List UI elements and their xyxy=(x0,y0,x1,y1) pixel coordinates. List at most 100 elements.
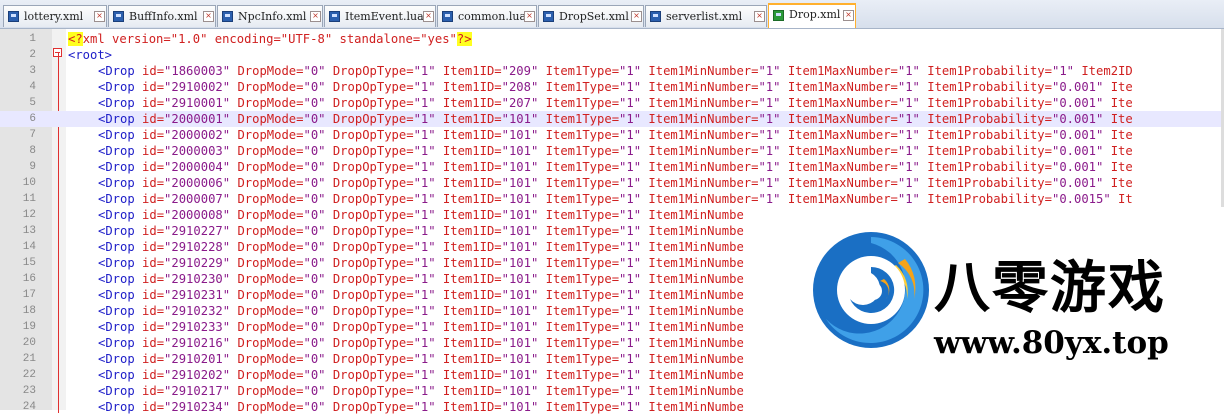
watermark-title: 八零游戏 xyxy=(934,256,1166,321)
tab-bar: lottery.xml × BuffInfo.xml × NpcInfo.xml × Ite… xyxy=(0,0,1224,29)
line-number: 2 xyxy=(29,49,36,61)
tab-common-lua[interactable]: common.lua × xyxy=(437,5,537,27)
line-number: 17 xyxy=(22,289,36,301)
file-icon xyxy=(8,11,19,22)
tab-label: ItemEvent.lua xyxy=(345,10,424,23)
tab-dropset-xml[interactable]: DropSet.xml × xyxy=(538,5,644,27)
line-number: 13 xyxy=(22,225,36,237)
code-text: <Drop id="2910001" DropMode="0" DropOpTy… xyxy=(98,96,1133,110)
code-text: <Drop id="2910217" DropMode="0" DropOpTy… xyxy=(98,384,744,398)
swirl-logo-icon xyxy=(813,232,929,348)
code-line[interactable]: 10 <Drop id="2000006" DropMode="0" DropOp… xyxy=(0,175,1224,191)
line-number: 12 xyxy=(22,209,36,221)
code-text: <Drop id="2910202" DropMode="0" DropOpTy… xyxy=(98,368,744,382)
code-text: <Drop id="2910230" DropMode="0" DropOpTy… xyxy=(98,272,744,286)
code-line[interactable]: 6 <Drop id="2000001" DropMode="0" DropOpT… xyxy=(0,111,1224,127)
line-number: 1 xyxy=(29,33,36,45)
root-tag: <root> xyxy=(68,48,113,62)
xml-pi-close: ?> xyxy=(456,32,472,46)
line-number: 15 xyxy=(22,257,36,269)
code-text: <Drop id="2910228" DropMode="0" DropOpTy… xyxy=(98,240,744,254)
code-text: <Drop id="2000008" DropMode="0" DropOpTy… xyxy=(98,208,744,222)
tab-label: lottery.xml xyxy=(24,10,84,23)
code-line[interactable]: 11 <Drop id="2000007" DropMode="0" DropOp… xyxy=(0,191,1224,207)
close-icon[interactable]: × xyxy=(843,10,854,21)
file-icon xyxy=(222,11,233,22)
tab-serverlist-xml[interactable]: serverlist.xml × xyxy=(645,5,767,27)
file-icon xyxy=(773,10,784,21)
code-text: <Drop id="2910227" DropMode="0" DropOpTy… xyxy=(98,224,744,238)
tab-buffinfo-xml[interactable]: BuffInfo.xml × xyxy=(108,5,216,27)
code-line[interactable]: 5 <Drop id="2910001" DropMode="0" DropOpT… xyxy=(0,95,1224,111)
watermark: 八零游戏 www.80yx.top xyxy=(806,207,1224,410)
code-line[interactable]: 2 <root> xyxy=(0,47,1224,63)
tab-drop-xml[interactable]: Drop.xml × xyxy=(768,3,856,28)
code-text: <Drop id="2910002" DropMode="0" DropOpTy… xyxy=(98,80,1133,94)
line-number: 6 xyxy=(29,113,36,125)
line-number: 23 xyxy=(22,385,36,397)
code-line[interactable]: 1 <?xml version="1.0" encoding="UTF-8" st… xyxy=(0,31,1224,47)
code-line[interactable]: 4 <Drop id="2910002" DropMode="0" DropOpT… xyxy=(0,79,1224,95)
line-number: 24 xyxy=(22,401,36,413)
line-number: 16 xyxy=(22,273,36,285)
code-text: <Drop id="2910216" DropMode="0" DropOpTy… xyxy=(98,336,744,350)
code-text: <Drop id="2000004" DropMode="0" DropOpTy… xyxy=(98,160,1133,174)
tab-label: NpcInfo.xml xyxy=(238,10,307,23)
file-icon xyxy=(329,11,340,22)
code-text: <Drop id="2000002" DropMode="0" DropOpTy… xyxy=(98,128,1133,142)
close-icon[interactable]: × xyxy=(524,11,535,22)
line-number: 10 xyxy=(22,177,36,189)
code-text: <root> xyxy=(68,47,112,63)
tab-label: Drop.xml xyxy=(789,8,841,21)
close-icon[interactable]: × xyxy=(310,11,321,22)
file-icon xyxy=(543,11,554,22)
file-icon xyxy=(650,11,661,22)
code-line[interactable]: 8 <Drop id="2000003" DropMode="0" DropOpT… xyxy=(0,143,1224,159)
file-icon xyxy=(442,11,453,22)
line-number: 8 xyxy=(29,145,36,157)
tab-itemevent-lua[interactable]: ItemEvent.lua × xyxy=(324,5,436,27)
code-text: <Drop id="2000003" DropMode="0" DropOpTy… xyxy=(98,144,1133,158)
tab-label: BuffInfo.xml xyxy=(129,10,198,23)
close-icon[interactable]: × xyxy=(423,11,434,22)
code-line[interactable]: 9 <Drop id="2000004" DropMode="0" DropOpT… xyxy=(0,159,1224,175)
line-number: 3 xyxy=(29,65,36,77)
file-icon xyxy=(113,11,124,22)
line-number: 7 xyxy=(29,129,36,141)
code-text: <Drop id="2910232" DropMode="0" DropOpTy… xyxy=(98,304,744,318)
line-number: 5 xyxy=(29,97,36,109)
code-text: <Drop id="2910229" DropMode="0" DropOpTy… xyxy=(98,256,744,270)
line-number: 11 xyxy=(22,193,36,205)
code-text: <Drop id="2000006" DropMode="0" DropOpTy… xyxy=(98,176,1133,190)
code-text: <Drop id="2910234" DropMode="0" DropOpTy… xyxy=(98,400,744,414)
code-text: <Drop id="2910231" DropMode="0" DropOpTy… xyxy=(98,288,744,302)
line-number: 9 xyxy=(29,161,36,173)
code-text: <Drop id="2910233" DropMode="0" DropOpTy… xyxy=(98,320,744,334)
code-line[interactable]: 3 <Drop id="1860003" DropMode="0" DropOpT… xyxy=(0,63,1224,79)
line-number: 14 xyxy=(22,241,36,253)
code-text: <?xml version="1.0" encoding="UTF-8" sta… xyxy=(68,31,472,47)
tab-label: serverlist.xml xyxy=(666,10,743,23)
line-number: 21 xyxy=(22,353,36,365)
code-text: <Drop id="2000007" DropMode="0" DropOpTy… xyxy=(98,192,1133,206)
tab-label: DropSet.xml xyxy=(559,10,629,23)
code-line[interactable]: 7 <Drop id="2000002" DropMode="0" DropOpT… xyxy=(0,127,1224,143)
close-icon[interactable]: × xyxy=(203,11,214,22)
xml-pi-open: <? xyxy=(68,32,83,46)
code-text: <Drop id="2000001" DropMode="0" DropOpTy… xyxy=(98,112,1133,126)
line-number: 18 xyxy=(22,305,36,317)
line-number: 20 xyxy=(22,337,36,349)
close-icon[interactable]: × xyxy=(754,11,765,22)
close-icon[interactable]: × xyxy=(94,11,105,22)
code-text: <Drop id="2910201" DropMode="0" DropOpTy… xyxy=(98,352,744,366)
xml-declaration: xml version="1.0" encoding="UTF-8" stand… xyxy=(82,32,457,46)
line-number: 19 xyxy=(22,321,36,333)
watermark-url: www.80yx.top xyxy=(934,325,1169,361)
tab-npcinfo-xml[interactable]: NpcInfo.xml × xyxy=(217,5,323,27)
line-number: 22 xyxy=(22,369,36,381)
line-number: 4 xyxy=(29,81,36,93)
tab-lottery-xml[interactable]: lottery.xml × xyxy=(3,5,107,27)
tab-label: common.lua xyxy=(458,10,527,23)
close-icon[interactable]: × xyxy=(631,11,642,22)
code-text: <Drop id="1860003" DropMode="0" DropOpTy… xyxy=(98,64,1133,78)
